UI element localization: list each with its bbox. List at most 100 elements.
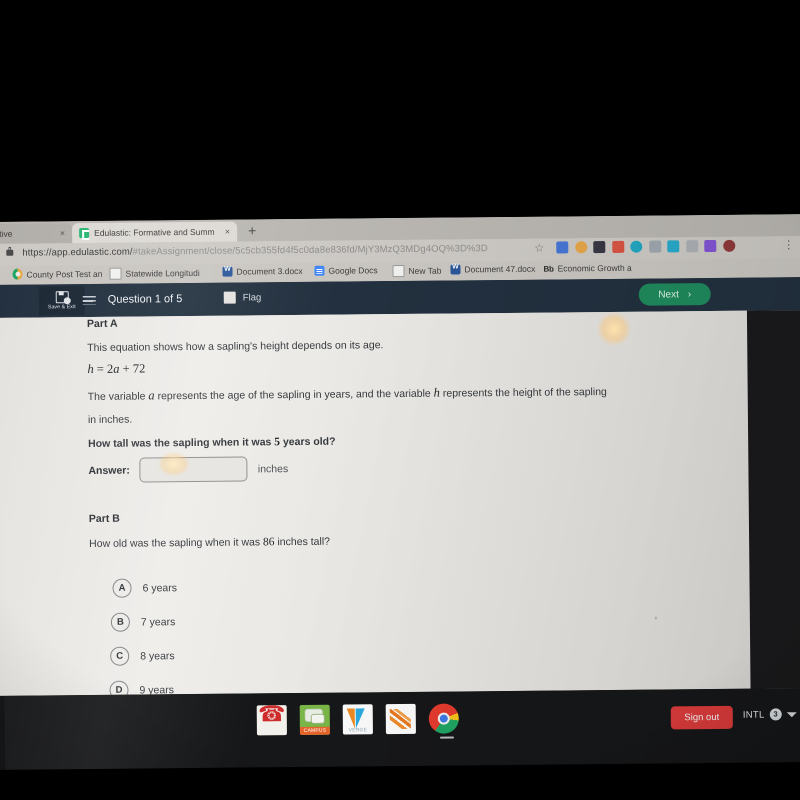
answer-option-c[interactable]: C 8 years (110, 646, 175, 666)
option-letter: A (118, 582, 126, 594)
question-page: Part A This equation shows how a sapling… (0, 310, 800, 700)
gdocs-icon (314, 265, 325, 276)
equation-lhs: h (87, 361, 94, 377)
answer-option-b[interactable]: B 7 years (110, 612, 176, 632)
radio-circle[interactable]: A (112, 578, 132, 598)
sign-out-button[interactable]: Sign out (670, 705, 733, 730)
save-icon (55, 291, 69, 304)
radio-circle[interactable]: B (110, 612, 130, 632)
screen-surface: tive Formative × Edulastic: Formative an… (0, 214, 800, 770)
bookmark-item[interactable]: Document 3.docx (222, 265, 303, 277)
bookmark-label: Economic Growth a (557, 262, 632, 274)
option-letter: C (116, 650, 124, 662)
word-icon (222, 266, 233, 277)
answer-row: Answer: inches (88, 456, 288, 483)
chevron-down-icon[interactable] (786, 711, 797, 717)
extension-icon[interactable] (648, 240, 661, 253)
extension-icon[interactable] (722, 239, 735, 252)
question-sheet: Part A This equation shows how a sapling… (0, 310, 751, 700)
question-counter: Question 1 of 5 (107, 293, 183, 306)
bookmark-star-icon[interactable]: ☆ (534, 243, 544, 255)
doc-icon (392, 264, 405, 278)
doc-icon (109, 267, 122, 280)
extension-icon[interactable] (611, 240, 624, 253)
flag-question-control[interactable]: Flag (223, 291, 262, 304)
option-label: 7 years (140, 615, 176, 629)
browser-tab-inactive[interactable]: tive Formative × (0, 223, 73, 245)
extension-icon[interactable] (667, 240, 680, 253)
option-letter: B (116, 616, 124, 628)
blackboard-icon: Bb (543, 264, 554, 274)
notification-badge[interactable]: 3 (769, 708, 782, 721)
bookmark-item[interactable]: County Post Test an (12, 268, 102, 280)
answer-label: Answer: (88, 464, 130, 477)
speech-bubble-icon (310, 713, 325, 724)
extension-tray (556, 239, 735, 254)
part-a-intro: This equation shows how a sapling's heig… (87, 339, 384, 355)
close-icon[interactable]: × (60, 228, 65, 238)
rocket-app-icon[interactable] (385, 703, 416, 735)
bookmark-item[interactable]: Statewide Longitudi (109, 267, 200, 280)
save-and-exit-button[interactable]: Save & Exit (38, 286, 85, 316)
option-label: 6 years (142, 581, 178, 594)
equation: h = 2a + 72 (87, 361, 145, 377)
bookmark-label: Document 47.docx (464, 263, 536, 275)
extension-icon[interactable] (704, 239, 717, 253)
bookmark-label: Document 3.docx (236, 265, 303, 277)
verge-app-label: VERGE (348, 727, 368, 734)
part-a-prompt: How tall was the sapling when it was 5 y… (88, 435, 335, 453)
verge-app-icon[interactable]: VERGE (342, 704, 373, 735)
option-label: 8 years (140, 649, 175, 663)
next-label: Next (658, 288, 679, 301)
url-path: #takeAssignment/close/5c5cb355fd4f5c0da8… (132, 243, 488, 258)
chrome-app-icon[interactable] (428, 703, 459, 734)
extension-icon[interactable] (574, 241, 587, 254)
keyboard-layout-indicator[interactable]: INTL 3 (743, 708, 797, 721)
radio-circle[interactable]: C (110, 646, 130, 666)
bookmark-label: County Post Test an (26, 268, 103, 280)
new-tab-button[interactable]: + (244, 222, 260, 239)
bookmark-label: Statewide Longitudi (125, 267, 200, 279)
word-icon (450, 264, 461, 275)
part-b-label: Part B (88, 512, 120, 526)
prompt-text-1: How tall was the sapling when it was (88, 436, 275, 451)
bookmark-label: Google Docs (328, 265, 378, 276)
taskbar-app-tray: CAMPUS VERGE (256, 703, 459, 736)
equation-equals: = (96, 361, 104, 376)
browser-tab-active[interactable]: Edulastic: Formative and Summ × (72, 221, 238, 244)
browser-menu-icon[interactable]: ⋮ (783, 239, 794, 251)
flag-label: Flag (242, 291, 262, 304)
screen-speck (654, 616, 657, 620)
answer-input[interactable] (139, 456, 248, 483)
variable-definition: The variable a represents the age of the… (88, 382, 708, 405)
answer-option-a[interactable]: A 6 years (112, 578, 177, 598)
equation-plus: + (122, 361, 130, 376)
extension-icon[interactable] (685, 240, 698, 253)
flag-checkbox[interactable] (223, 291, 236, 304)
save-and-exit-label: Save & Exit (47, 304, 76, 311)
bookmark-item[interactable]: Document 47.docx (450, 264, 535, 275)
url-origin: https://app.edulastic.com/ (22, 246, 133, 259)
verge-mark-left (346, 708, 355, 729)
edulastic-favicon-icon (79, 227, 90, 239)
definition-continued: in inches. (87, 413, 133, 427)
sign-out-label: Sign out (684, 711, 720, 724)
menu-hamburger-icon[interactable] (82, 295, 96, 306)
next-button[interactable]: Next › (638, 283, 711, 306)
bookmark-item[interactable]: Bb Economic Growth a (543, 263, 631, 274)
bookmark-item[interactable]: Google Docs (314, 265, 378, 276)
verge-mark-right (355, 708, 365, 729)
close-icon[interactable]: × (225, 227, 230, 237)
extension-icon[interactable] (593, 241, 606, 254)
extension-icon[interactable] (556, 241, 569, 254)
campus-app-icon[interactable]: CAMPUS (299, 704, 330, 735)
phone-app-icon[interactable] (256, 705, 287, 736)
browser-tab-title: tive Formative (0, 228, 13, 240)
part-b-prompt: How old was the sapling when it was 86 i… (89, 535, 330, 553)
extension-icon[interactable] (630, 240, 643, 253)
definition-text-1: The variable (87, 390, 149, 404)
photo-of-laptop-screen: tive Formative × Edulastic: Formative an… (0, 0, 800, 800)
screen-bezel-right (746, 310, 800, 689)
prompt-value: 86 (262, 536, 275, 549)
bookmark-item[interactable]: New Tab (392, 264, 441, 278)
